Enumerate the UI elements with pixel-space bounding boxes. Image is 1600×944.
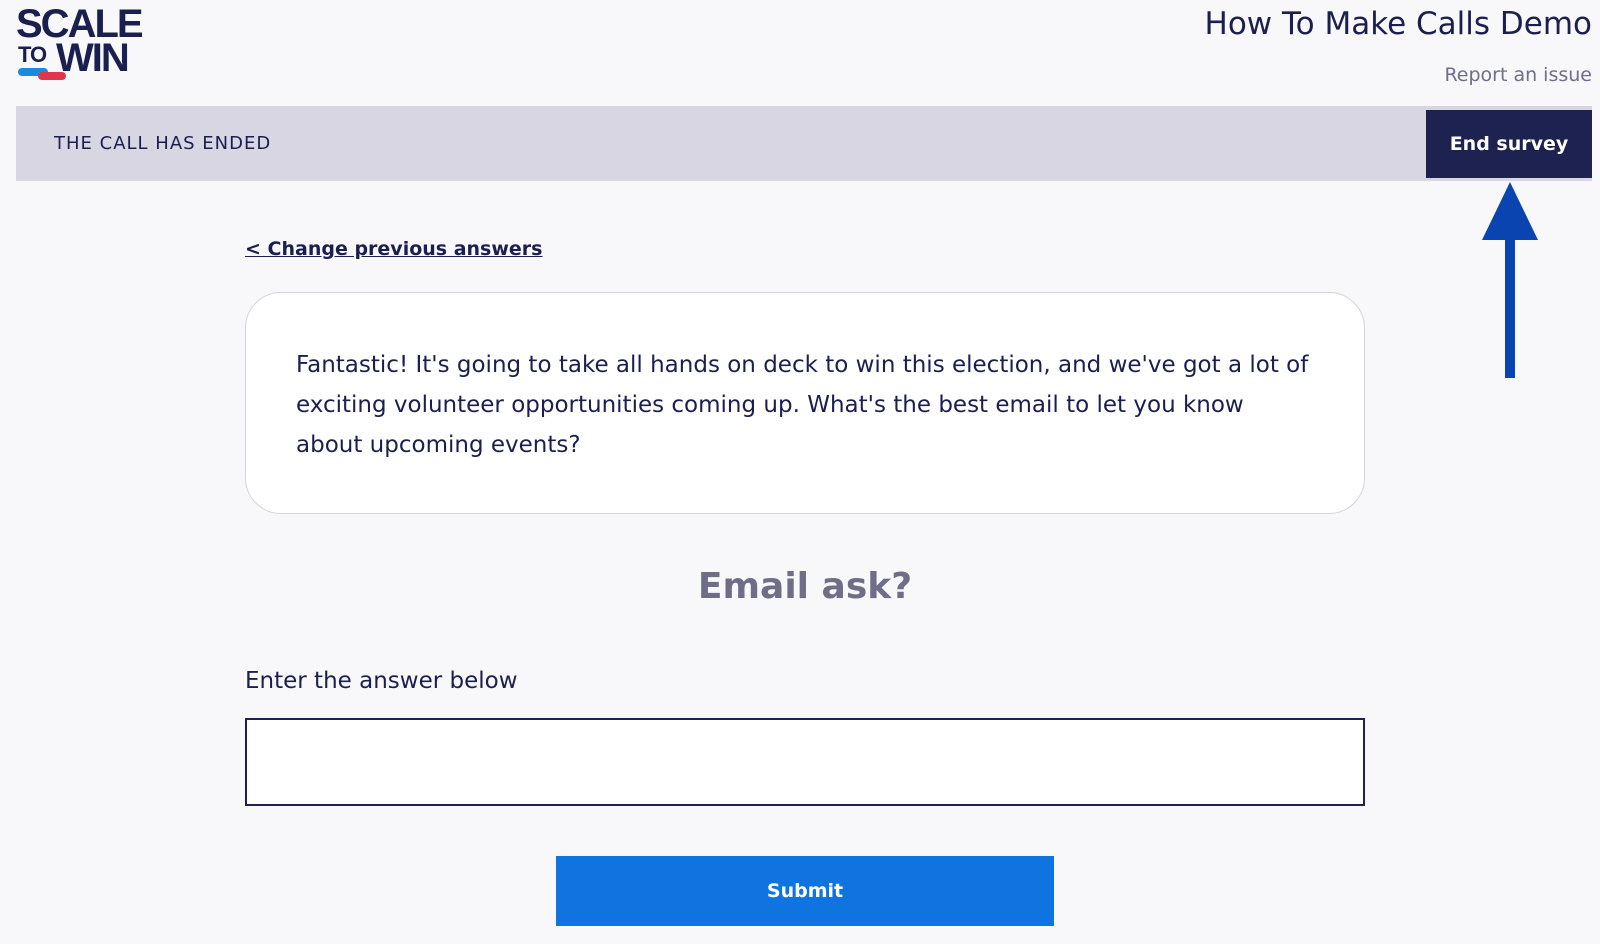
page: SCALE TO WIN How To Make Calls Demo Repo…	[0, 0, 1600, 944]
submit-button[interactable]: Submit	[556, 856, 1054, 926]
script-text: Fantastic! It's going to take all hands …	[296, 352, 1309, 458]
logo-speech-bubble-red	[38, 72, 66, 80]
call-status-text: THE CALL HAS ENDED	[54, 133, 272, 154]
logo-win: WIN	[56, 36, 130, 80]
end-survey-button[interactable]: End survey	[1426, 110, 1592, 178]
up-arrow-icon	[1482, 182, 1538, 378]
question-title: Email ask?	[697, 566, 913, 607]
answer-label: Enter the answer below	[245, 668, 518, 694]
script-card: Fantastic! It's going to take all hands …	[245, 292, 1365, 514]
logo-to: TO	[18, 42, 47, 67]
answer-input[interactable]	[245, 718, 1365, 806]
page-title: How To Make Calls Demo	[1204, 6, 1592, 42]
change-previous-answers-link[interactable]: < Change previous answers	[245, 238, 543, 260]
scale-to-win-logo[interactable]: SCALE TO WIN	[16, 4, 144, 84]
call-status-bar: THE CALL HAS ENDED End survey	[16, 106, 1592, 181]
report-issue-link[interactable]: Report an issue	[1444, 64, 1592, 86]
